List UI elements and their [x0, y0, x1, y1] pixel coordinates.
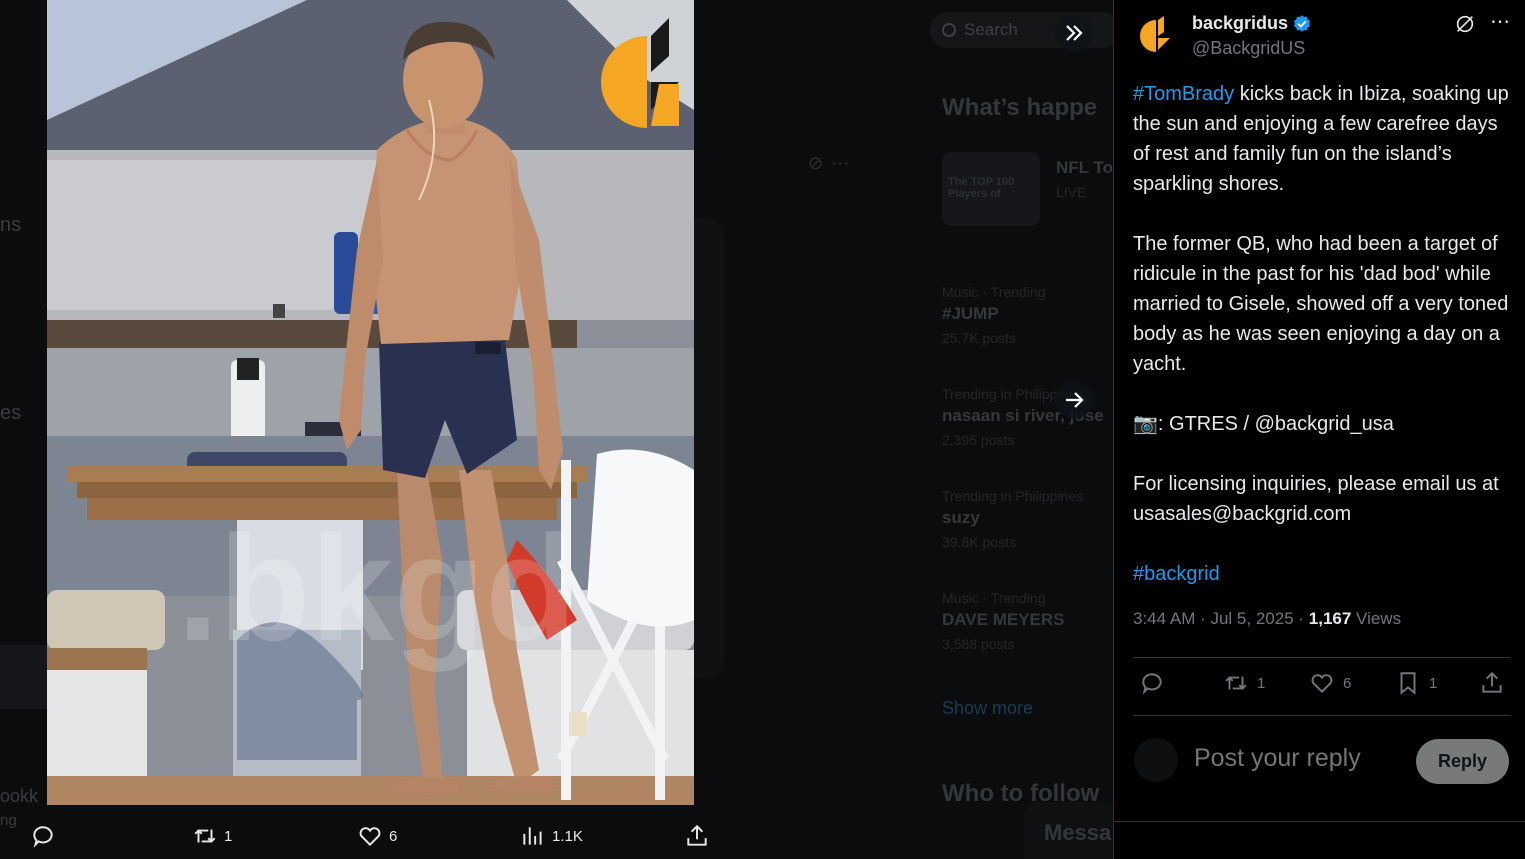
- background-card-edge: [694, 218, 724, 678]
- user-avatar: [1134, 738, 1178, 782]
- tweet-body: #TomBrady kicks back in Ibiza, soaking u…: [1133, 79, 1518, 589]
- nfl-event-title: NFL To: [1056, 158, 1113, 177]
- expand-panel-button[interactable]: [1055, 14, 1093, 52]
- reply-composer: Reply: [1114, 716, 1525, 822]
- tweet-views-label: Views: [1351, 609, 1402, 628]
- arrow-right-icon: [1066, 392, 1084, 408]
- author-avatar[interactable]: [1134, 14, 1178, 58]
- tweet-meta: 3:44 AM · Jul 5, 2025 · 1,167 Views: [1133, 609, 1401, 629]
- reply-icon: [33, 826, 53, 848]
- background-block: [0, 645, 47, 709]
- trend-item: Music · Trending #JUMP 25.7K posts: [942, 284, 1045, 346]
- bookmark-button[interactable]: 1: [1395, 670, 1437, 696]
- tweet-paragraph: The former QB, who had been a target of …: [1133, 233, 1514, 375]
- backgrid-logo-icon: [1140, 16, 1170, 52]
- tweet-detail-panel: backgridus @BackgridUS ⋯ #TomBrady kicks…: [1113, 0, 1525, 859]
- trend-context: Music · Trending: [942, 590, 1046, 606]
- search-icon: [942, 23, 956, 37]
- heart-icon: [1311, 674, 1333, 694]
- media-retweet-count: 1: [224, 827, 233, 845]
- reply-submit-button[interactable]: Reply: [1416, 739, 1509, 784]
- media-reply-button[interactable]: [30, 823, 62, 849]
- trend-count: 3,588 posts: [942, 636, 1015, 652]
- media-like-count: 6: [389, 827, 398, 845]
- tweet-views-count: 1,167: [1308, 609, 1352, 628]
- media-like-button[interactable]: 6: [357, 823, 397, 849]
- more-options-icon[interactable]: ⋯: [1490, 9, 1510, 34]
- grok-icon[interactable]: [1454, 13, 1476, 41]
- share-icon: [687, 824, 707, 846]
- background-more-icons: ⊘⋯: [808, 153, 858, 173]
- trend-title: #JUMP: [942, 304, 999, 323]
- media-views-button[interactable]: 1.1K: [520, 823, 583, 849]
- reply-input[interactable]: [1194, 744, 1404, 773]
- tweet-timestamp[interactable]: 3:44 AM · Jul 5, 2025 ·: [1133, 609, 1309, 628]
- background-nav-fragment: es: [0, 402, 22, 424]
- hashtag-link[interactable]: #TomBrady: [1133, 83, 1234, 105]
- media-views-count: 1.1K: [552, 827, 583, 845]
- retweet-count: 1: [1257, 674, 1266, 692]
- trend-title: DAVE MEYERS: [942, 610, 1065, 629]
- author-name[interactable]: backgridus: [1192, 13, 1312, 34]
- next-image-button[interactable]: [1055, 381, 1093, 419]
- media-share-button[interactable]: [684, 823, 716, 849]
- tweet-paragraph: 📷: GTRES / @backgrid_usa: [1133, 413, 1394, 435]
- trend-count: 2,395 posts: [942, 432, 1015, 448]
- retweet-icon: [194, 829, 216, 843]
- nfl-thumbnail: The TOP 100 Players of: [942, 152, 1040, 226]
- whats-happening-heading: What’s happe: [942, 94, 1098, 121]
- views-chart-icon: [523, 827, 542, 845]
- author-handle[interactable]: @BackgridUS: [1192, 38, 1305, 59]
- background-nav-fragment: ns: [0, 214, 22, 236]
- live-badge: LIVE: [1056, 184, 1087, 200]
- share-icon: [1482, 671, 1502, 693]
- search-placeholder: Search: [964, 20, 1018, 39]
- trend-title: suzy: [942, 508, 980, 527]
- reply-icon: [1142, 673, 1162, 695]
- tweet-photo[interactable]: .bkgd: [47, 0, 694, 805]
- double-chevron-right-icon: [1066, 25, 1083, 41]
- tweet-action-bar: 1 6 1: [1133, 670, 1511, 704]
- media-retweet-button[interactable]: 1: [192, 823, 232, 849]
- retweet-icon: [1225, 676, 1247, 690]
- reply-button[interactable]: [1139, 670, 1173, 696]
- tweet-paragraph: For licensing inquiries, please email us…: [1133, 473, 1505, 525]
- trend-item: Music · Trending DAVE MEYERS 3,588 posts: [942, 590, 1065, 652]
- show-more-link: Show more: [942, 698, 1034, 718]
- bookmark-icon: [1400, 672, 1416, 695]
- hashtag-link[interactable]: #backgrid: [1133, 563, 1220, 585]
- trend-count: 39.8K posts: [942, 534, 1016, 550]
- trend-context: Trending in Philippines: [942, 488, 1084, 504]
- retweet-button[interactable]: 1: [1223, 670, 1265, 696]
- like-count: 6: [1343, 674, 1352, 692]
- author-name-text: backgridus: [1192, 13, 1289, 33]
- background-nav-fragment: ookk: [0, 786, 39, 806]
- photo-watermark: .bkgd: [177, 504, 577, 672]
- verified-badge-icon: [1294, 14, 1311, 32]
- divider: [1133, 657, 1511, 658]
- share-button[interactable]: [1479, 670, 1513, 696]
- heart-icon: [359, 827, 381, 847]
- trend-item: Trending in Philippines suzy 39.8K posts: [942, 488, 1083, 550]
- bookmark-count: 1: [1429, 674, 1438, 692]
- media-action-bar: 1 6 1.1K: [0, 815, 1113, 859]
- trend-count: 25.7K posts: [942, 330, 1016, 346]
- like-button[interactable]: 6: [1309, 670, 1351, 696]
- trend-context: Music · Trending: [942, 284, 1046, 300]
